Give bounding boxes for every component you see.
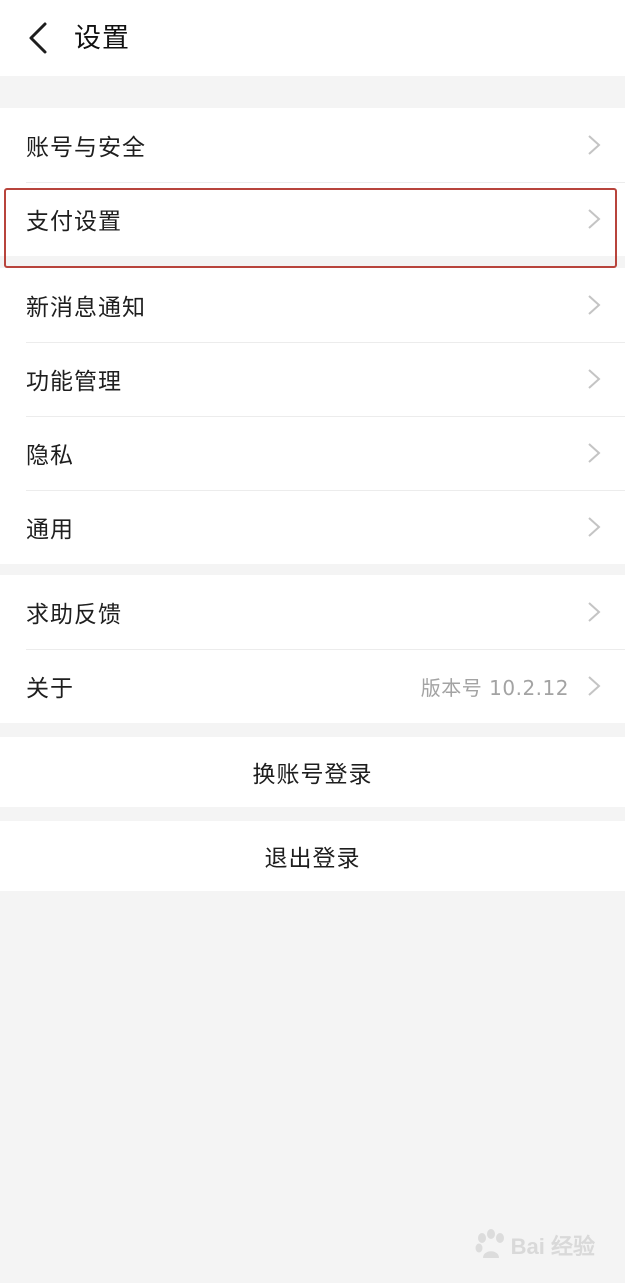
- settings-group-preferences: 新消息通知 功能管理 隐私 通用: [0, 268, 625, 564]
- watermark: Bai 经验: [473, 1229, 595, 1261]
- chevron-right-icon: [588, 369, 601, 389]
- settings-item-label: 隐私: [26, 443, 74, 469]
- chevron-right-icon: [588, 443, 601, 463]
- settings-item-label: 功能管理: [26, 369, 122, 395]
- settings-item-feedback[interactable]: 求助反馈: [0, 575, 625, 649]
- settings-item-label: 通用: [26, 517, 74, 543]
- settings-item-features[interactable]: 功能管理: [0, 342, 625, 416]
- top-bar: 设置: [0, 0, 625, 76]
- back-button[interactable]: [18, 18, 58, 58]
- settings-item-account-security[interactable]: 账号与安全: [0, 108, 625, 182]
- chevron-right-icon: [588, 209, 601, 229]
- settings-item-payment[interactable]: 支付设置: [0, 182, 625, 256]
- settings-group-account: 账号与安全 支付设置: [0, 108, 625, 256]
- settings-group-support: 求助反馈 关于 版本号 10.2.12: [0, 575, 625, 723]
- chevron-left-icon: [29, 22, 47, 54]
- chevron-right-icon: [588, 295, 601, 315]
- settings-item-label: 关于: [26, 676, 74, 702]
- settings-item-general[interactable]: 通用: [0, 490, 625, 564]
- settings-item-label: 支付设置: [26, 209, 122, 235]
- chevron-right-icon: [588, 602, 601, 622]
- watermark-text: Bai 经验: [510, 1234, 595, 1259]
- settings-item-notifications[interactable]: 新消息通知: [0, 268, 625, 342]
- settings-item-label: 新消息通知: [26, 295, 146, 321]
- settings-item-label: 求助反馈: [26, 602, 122, 628]
- settings-item-about[interactable]: 关于 版本号 10.2.12: [0, 649, 625, 723]
- page-title: 设置: [74, 23, 130, 54]
- chevron-right-icon: [588, 135, 601, 155]
- settings-item-privacy[interactable]: 隐私: [0, 416, 625, 490]
- chevron-right-icon: [588, 676, 601, 696]
- switch-account-button[interactable]: 换账号登录: [0, 737, 625, 807]
- baidu-paw-icon: [475, 1229, 504, 1258]
- version-text: 版本号 10.2.12: [420, 675, 569, 700]
- logout-button[interactable]: 退出登录: [0, 821, 625, 891]
- chevron-right-icon: [588, 517, 601, 537]
- settings-item-label: 账号与安全: [26, 135, 146, 161]
